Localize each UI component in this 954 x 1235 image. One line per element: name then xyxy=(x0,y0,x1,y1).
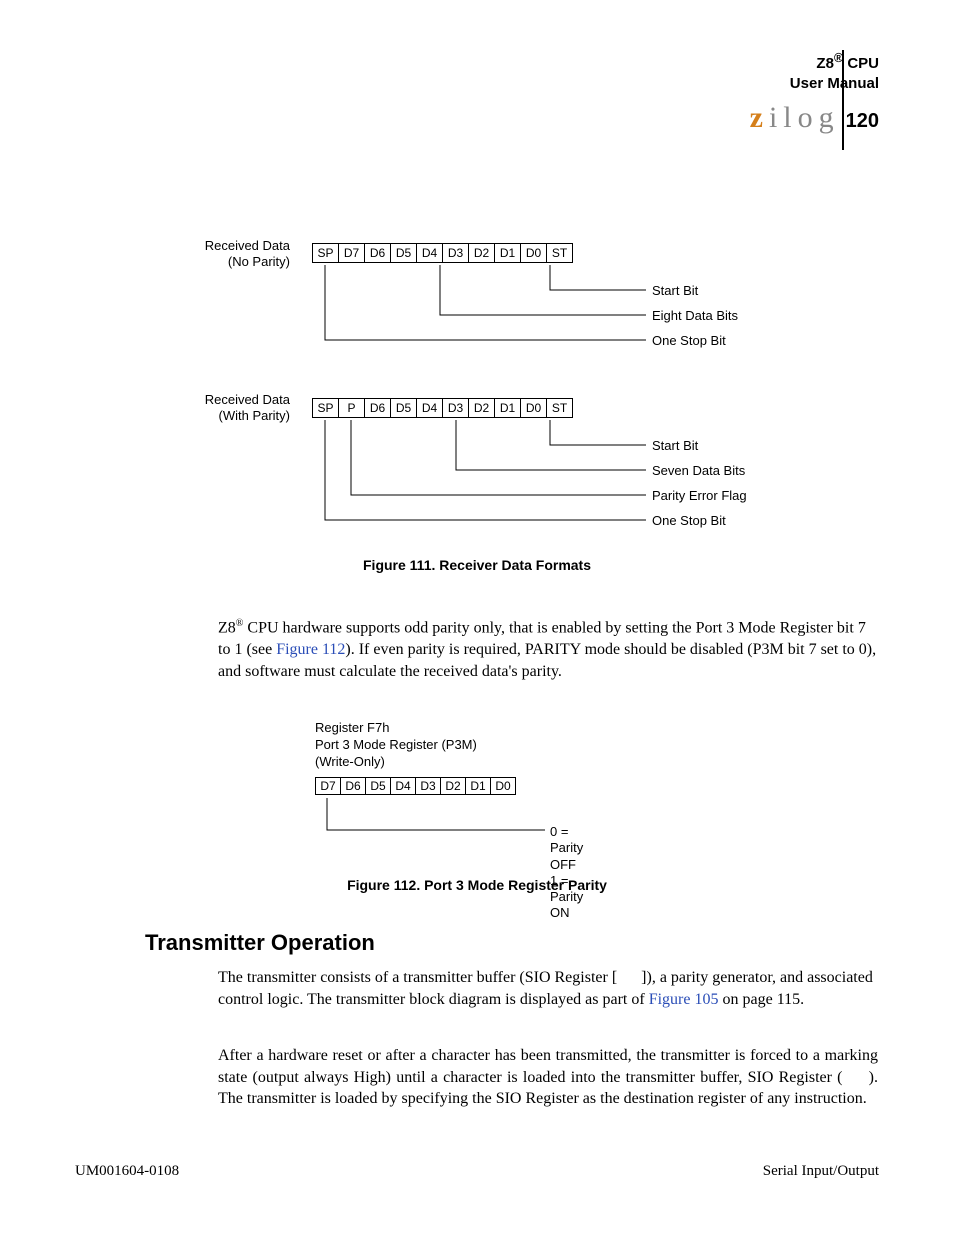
logo-text: ilog xyxy=(769,101,840,134)
row2-callout-startbit: Start Bit xyxy=(652,438,698,453)
page-header: Z8® CPU User Manual zilog 120 xyxy=(750,50,879,135)
paragraph-1: Z8® CPU hardware supports odd parity onl… xyxy=(218,617,878,682)
row2-callout-onestop: One Stop Bit xyxy=(652,513,726,528)
row2-callout-lines xyxy=(140,225,840,555)
product-name-l1: Z8 xyxy=(816,55,834,72)
logo-row: zilog 120 xyxy=(750,101,879,135)
link-figure-112[interactable]: Figure 112 xyxy=(276,641,345,658)
product-name-l1b: CPU xyxy=(843,55,879,72)
doc-title: Z8® CPU User Manual xyxy=(750,50,879,93)
row2-callout-sevendata: Seven Data Bits xyxy=(652,463,745,478)
para2-b: on page 115. xyxy=(718,991,804,1008)
fig112-callout-lines xyxy=(315,720,675,860)
product-name-l2: User Manual xyxy=(790,75,879,92)
link-figure-105[interactable]: Figure 105 xyxy=(649,991,719,1008)
logo-z: z xyxy=(750,101,769,134)
para1-a: Z8 xyxy=(218,619,236,636)
zilog-logo: zilog xyxy=(750,101,840,135)
header-rule xyxy=(842,50,844,150)
figure-112-caption: Figure 112. Port 3 Mode Register Parity xyxy=(0,877,954,893)
fig112-parity-labels: 0 = Parity OFF 1 = Parity ON xyxy=(550,824,583,922)
row2-callout-parityflag: Parity Error Flag xyxy=(652,488,747,503)
fig112-parity-off: 0 = Parity OFF xyxy=(550,824,583,872)
section-heading: Transmitter Operation xyxy=(145,930,375,956)
figure-111-caption: Figure 111. Receiver Data Formats xyxy=(0,557,954,573)
page-number: 120 xyxy=(846,110,879,135)
paragraph-3: After a hardware reset or after a charac… xyxy=(218,1045,878,1110)
footer-right: Serial Input/Output xyxy=(763,1163,879,1180)
figure-112-area: Register F7h Port 3 Mode Register (P3M) … xyxy=(315,720,516,795)
page-footer: UM001604-0108 Serial Input/Output xyxy=(75,1163,879,1180)
footer-left: UM001604-0108 xyxy=(75,1163,179,1180)
paragraph-2: The transmitter consists of a transmitte… xyxy=(218,967,878,1010)
